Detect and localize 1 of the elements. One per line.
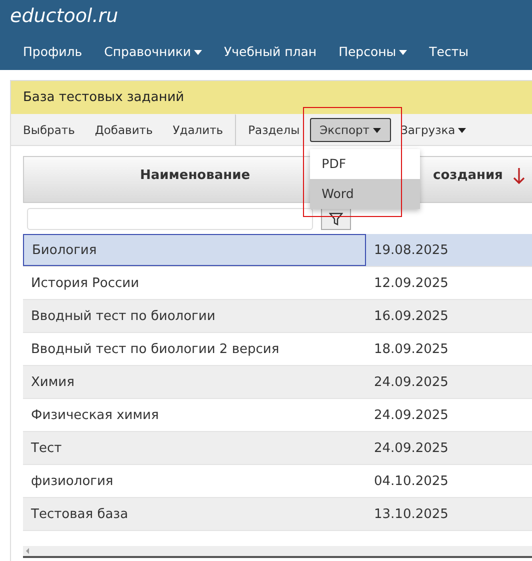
panel-title: База тестовых заданий [11, 81, 532, 114]
